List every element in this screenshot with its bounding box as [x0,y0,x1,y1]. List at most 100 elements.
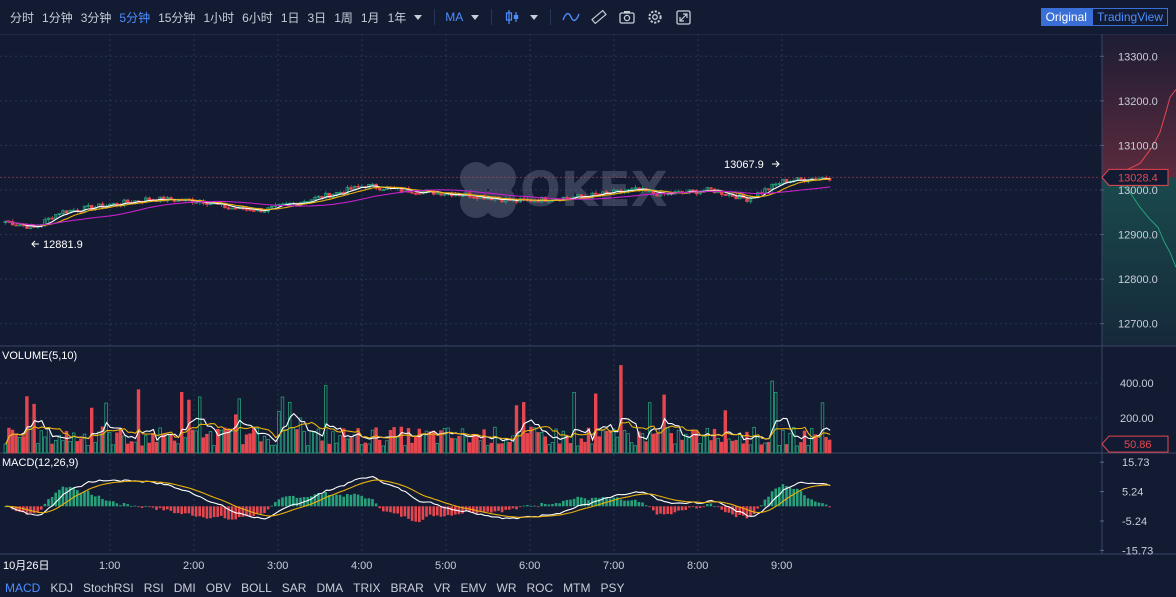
volume-bar [309,430,313,454]
macd-hist-bar [551,504,554,507]
indicator-tab-macd[interactable]: MACD [0,581,45,595]
volume-bar [485,445,490,454]
interval-3[interactable]: 5分钟 [115,9,154,26]
line-tool-icon[interactable] [560,6,582,28]
interval-4[interactable]: 15分钟 [154,9,199,26]
interval-more-caret[interactable] [414,14,423,20]
macd-hist-bar [756,506,759,509]
candle-type-icon[interactable] [501,6,523,28]
volume-bar [727,438,731,454]
interval-11[interactable]: 1年 [384,9,411,26]
indicator-tab-rsi[interactable]: RSI [139,581,169,595]
volume-bar [478,440,483,454]
ma-line-white [5,178,831,228]
macd-title: MACD(12,26,9) [2,457,78,469]
macd-hist-bar [526,505,529,507]
indicator-tab-trix[interactable]: TRIX [348,581,385,595]
time-axis-label: 9:00 [771,560,792,572]
volume-bar [738,433,742,454]
macd-hist-bar [716,506,720,508]
interval-5[interactable]: 1小时 [199,9,238,26]
macd-hist-bar [623,500,626,507]
volume-bar [471,434,475,454]
indicator-tab-stochrsi[interactable]: StochRSI [78,581,139,595]
volume-current-label: 50.86 [1124,439,1152,451]
macd-hist-bar [702,506,705,508]
macd-hist-bar [367,498,371,507]
macd-hist-bar [630,500,633,507]
indicator-tab-brar[interactable]: BRAR [385,581,428,595]
interval-6[interactable]: 6小时 [238,9,277,26]
volume-bar [334,442,339,454]
macd-hist-bar [65,487,68,507]
high-price-label: 13067.9 [724,159,764,171]
volume-bar [457,435,461,454]
indicator-tab-emv[interactable]: EMV [455,581,491,595]
indicator-tab-dma[interactable]: DMA [311,581,348,595]
indicator-tab-dmi[interactable]: DMI [169,581,201,595]
fullscreen-icon[interactable] [672,6,694,28]
indicator-tab-roc[interactable]: ROC [522,581,559,595]
volume-bar [104,402,108,454]
macd-hist-bar [637,501,641,507]
view-tradingview-button[interactable]: TradingView [1091,8,1168,26]
macd-hist-bar [220,506,223,516]
volume-bar [169,433,173,454]
volume-bar [410,442,414,454]
indicator-tab-vr[interactable]: VR [429,581,456,595]
interval-0[interactable]: 分时 [6,9,38,26]
view-original-button[interactable]: Original [1040,8,1092,26]
macd-hist-bar [511,506,515,509]
volume-bar [702,434,706,454]
volume-bar [223,427,227,454]
indicator-caret[interactable] [471,14,480,20]
macd-hist-bar [43,503,47,507]
volume-bar [277,410,281,454]
macd-hist-bar [274,502,277,507]
indicator-tab-sar[interactable]: SAR [277,581,312,595]
settings-icon[interactable] [644,6,666,28]
interval-10[interactable]: 1月 [357,9,384,26]
macd-hist-bar [655,506,659,515]
macd-hist-bar [184,506,187,514]
macd-hist-bar [335,494,338,507]
candle-body [709,187,713,190]
candle-body [784,178,789,183]
macd-hist-bar [428,506,432,515]
candle-body [579,194,583,197]
volume-bar [828,439,832,454]
volume-bar [158,427,162,454]
interval-9[interactable]: 1周 [330,9,357,26]
volume-bar [673,443,677,454]
indicator-tab-mtm[interactable]: MTM [558,581,595,595]
interval-7[interactable]: 1日 [277,9,304,26]
interval-2[interactable]: 3分钟 [77,9,116,26]
camera-icon[interactable] [616,6,638,28]
volume-bar [50,443,54,454]
macd-hist-bar [652,506,655,511]
indicator-tab-boll[interactable]: BOLL [236,581,277,595]
indicator-tab-obv[interactable]: OBV [201,581,236,595]
volume-bar [514,405,519,454]
interval-8[interactable]: 3日 [304,9,331,26]
ruler-icon[interactable] [588,6,610,28]
volume-bar [460,428,465,454]
price-chart[interactable]: 13300.0 13200.0 13100.0 13000.0 12900.0 12800… [0,34,1176,578]
candle-type-caret[interactable] [530,14,539,20]
volume-bar [781,429,785,454]
macd-hist-bar [364,498,367,507]
indicator-tab-kdj[interactable]: KDJ [45,581,78,595]
macd-hist-bar [763,499,767,507]
volume-bar [305,445,310,454]
volume-bar [54,440,58,454]
candle-body [205,202,209,205]
volume-bar [111,444,115,454]
macd-hist-bar [648,506,651,508]
indicator-ma-button[interactable]: MA [441,10,467,24]
volume-bar [799,442,803,454]
indicator-tab-wr[interactable]: WR [492,581,522,595]
indicator-tab-psy[interactable]: PSY [596,581,630,595]
volume-bar [604,430,609,454]
time-axis-label: 1:00 [99,560,120,572]
interval-1[interactable]: 1分钟 [38,9,77,26]
